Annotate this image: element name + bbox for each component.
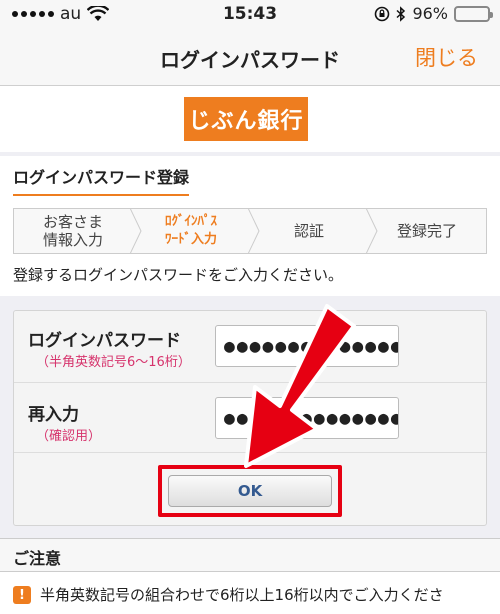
confirm-hint: （確認用）: [36, 429, 102, 444]
logo-band: じぶん銀行: [0, 86, 500, 152]
ok-highlight-box: OK: [158, 465, 342, 517]
close-button[interactable]: 閉じる: [415, 42, 478, 72]
step-label: 認証: [293, 222, 324, 240]
instruction-text: 登録するログインパスワードをご入力ください。: [13, 266, 344, 284]
battery-percent: 96%: [412, 4, 448, 23]
step-password-input: ﾛｸﾞｲﾝﾊﾟｽ ﾜｰﾄﾞ入力: [132, 208, 260, 254]
caution-text: 半角英数記号の組合わせで6桁以上16桁以内でご入力くださ: [40, 586, 444, 604]
nav-bar: ログインパスワード 閉じる: [0, 30, 500, 86]
bank-logo: じぶん銀行: [184, 97, 308, 141]
steps-area: お客さま 情報入力 ﾛｸﾞｲﾝﾊﾟｽ ﾜｰﾄﾞ入力 認証 登録完了 登録するログイン…: [0, 196, 500, 296]
step-label: 情報入力: [42, 231, 103, 249]
caution-header: ご注意: [0, 538, 500, 572]
password-label: ログインパスワード: [28, 331, 181, 351]
step-label: お客さま: [42, 213, 103, 231]
battery-icon: [454, 5, 493, 22]
step-complete: 登録完了: [368, 209, 486, 253]
rotation-lock-icon: [375, 6, 390, 21]
step-authentication: 認証: [250, 208, 378, 254]
confirm-label: 再入力: [28, 405, 79, 425]
warning-icon: !: [13, 586, 31, 604]
password-row: ログインパスワード （半角英数記号6〜16桁） ●●●●●●●●●●●●●●: [14, 311, 486, 383]
password-input[interactable]: ●●●●●●●●●●●●●●: [215, 325, 399, 367]
step-customer-info: お客さま 情報入力: [14, 208, 142, 254]
section-header: ログインパスワード登録: [0, 156, 500, 197]
caution-title: ご注意: [13, 549, 62, 568]
step-label: 登録完了: [396, 222, 457, 240]
confirm-row: 再入力 （確認用） ●●●●●●●●●●●●●●: [14, 383, 486, 453]
step-label: ﾛｸﾞｲﾝﾊﾟｽ: [164, 214, 217, 229]
password-hint: （半角英数記号6〜16桁）: [36, 355, 191, 370]
password-form: ログインパスワード （半角英数記号6〜16桁） ●●●●●●●●●●●●●● 再…: [13, 310, 487, 526]
status-right: 96%: [374, 4, 493, 23]
step-label: ﾜｰﾄﾞ入力: [164, 232, 217, 247]
status-bar: au 15:43 96%: [0, 0, 500, 30]
ok-button[interactable]: OK: [168, 475, 332, 507]
section-title: ログインパスワード登録: [13, 164, 190, 197]
bluetooth-icon: [396, 5, 406, 22]
progress-steps: お客さま 情報入力 ﾛｸﾞｲﾝﾊﾟｽ ﾜｰﾄﾞ入力 認証 登録完了: [13, 208, 487, 254]
confirm-password-input[interactable]: ●●●●●●●●●●●●●●: [215, 397, 399, 439]
caution-body: ! 半角英数記号の組合わせで6桁以上16桁以内でご入力くださ: [0, 572, 500, 614]
